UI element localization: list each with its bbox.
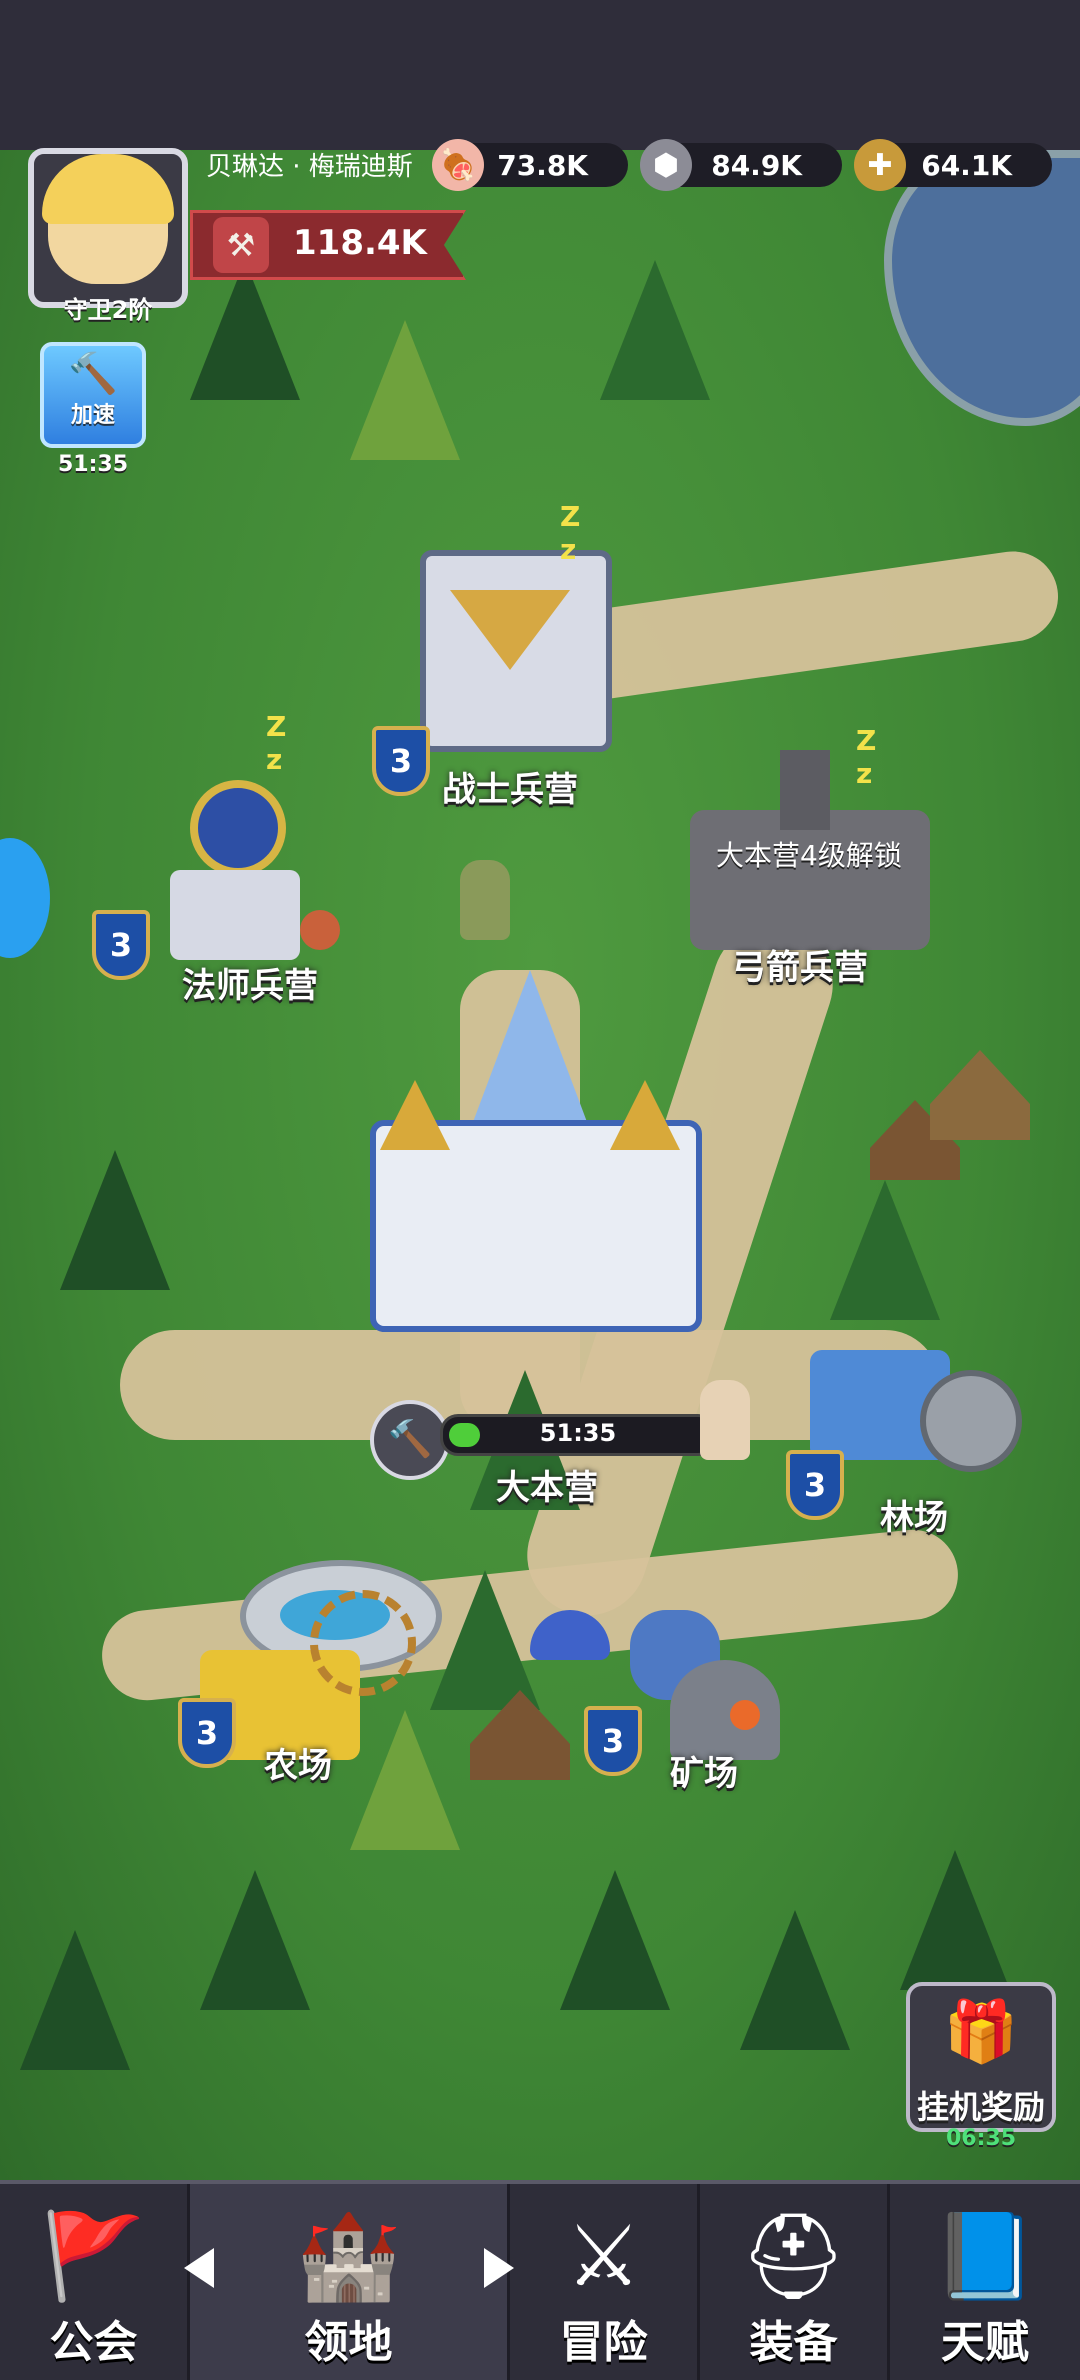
castle-icon: 🏰 — [296, 2207, 401, 2305]
talent-book-icon: 📘 — [932, 2207, 1038, 2305]
small-cottage[interactable] — [470, 1690, 570, 1780]
tree — [900, 1850, 1010, 1990]
orc-unit[interactable] — [460, 860, 510, 940]
tree — [20, 1930, 130, 2070]
resource-meat[interactable]: 🍖 73.8K — [432, 139, 628, 191]
cottages[interactable] — [860, 1030, 1040, 1200]
nav-adventure[interactable]: ⚔ 冒险 — [510, 2184, 700, 2380]
main-base-label: 大本营 — [496, 1468, 598, 1508]
bottom-nav: 🚩 公会 🏰 领地 ⚔ 冒险 ⛑ 装备 📘 天赋 — [0, 2180, 1080, 2380]
nav-label: 天赋 — [941, 2317, 1029, 2368]
wood-icon: ✚ — [854, 139, 906, 191]
sleep-zzz-icon: Zz — [856, 724, 877, 790]
level-badge: 3 — [786, 1450, 844, 1520]
player-name: 贝琳达 · 梅瑞迪斯 — [206, 152, 413, 182]
side-bubble[interactable] — [0, 838, 50, 958]
combat-power-value: 118.4K — [293, 223, 427, 263]
mushroom-house[interactable] — [530, 1610, 610, 1700]
sleep-zzz-icon: Zz — [266, 710, 287, 776]
archer-barracks-label: 弓箭兵营 — [732, 948, 868, 988]
speedup-label: 加速 — [70, 403, 115, 428]
upgrade-hammer-icon[interactable]: 🔨 — [370, 1400, 450, 1480]
nav-right-arrow-icon[interactable] — [484, 2248, 514, 2288]
idle-reward-timer: 06:35 — [945, 2126, 1017, 2151]
stone-icon: ⬢ — [640, 139, 692, 191]
lumber-yard-label: 林场 — [880, 1498, 948, 1538]
nav-left-arrow-icon[interactable] — [184, 2248, 214, 2288]
helmet-icon: ⛑ — [740, 2207, 847, 2305]
upgrade-timer: 51:35 — [539, 1419, 617, 1447]
hero-unit[interactable] — [700, 1380, 750, 1460]
resource-value: 73.8K — [497, 149, 588, 182]
combat-power-banner[interactable]: ⚒ 118.4K — [190, 210, 466, 280]
top-status-bar — [0, 0, 1080, 150]
player-avatar[interactable]: 守卫2阶 — [28, 148, 188, 324]
mine-label: 矿场 — [670, 1754, 738, 1794]
mage-barracks[interactable] — [150, 750, 340, 980]
farm-label: 农场 — [264, 1746, 332, 1786]
treasure-chest-icon: 🎁 — [943, 1997, 1019, 2067]
tree — [200, 1870, 310, 2010]
tree — [430, 1570, 540, 1710]
resource-wood[interactable]: ✚ 64.1K — [854, 139, 1052, 191]
tree — [560, 1870, 670, 2010]
resource-value: 84.9K — [711, 149, 802, 182]
idle-reward-label: 挂机奖励 — [916, 2088, 1045, 2126]
speedup-button[interactable]: 🔨 加速 — [40, 342, 146, 448]
main-base[interactable] — [340, 970, 720, 1370]
resource-stone[interactable]: ⬢ 84.9K — [640, 139, 842, 191]
unlock-requirement: 大本营4级解锁 — [716, 839, 902, 872]
level-badge: 3 — [92, 910, 150, 980]
hammer-icon: 🔨 — [68, 351, 118, 397]
nav-equipment[interactable]: ⛑ 装备 — [700, 2184, 890, 2380]
tree — [190, 260, 300, 400]
territory-map[interactable]: Zz 3 战士兵营 Zz 3 法师兵营 Zz 大本营4级解锁 弓箭兵营 🔨 51… — [0, 150, 1080, 2180]
tree — [60, 1150, 170, 1290]
nav-label: 装备 — [749, 2317, 838, 2368]
tree — [600, 260, 710, 400]
lake — [884, 150, 1080, 426]
nav-label: 冒险 — [559, 2317, 648, 2368]
guild-banner-icon: 🚩 — [41, 2207, 146, 2305]
nav-label: 公会 — [49, 2317, 138, 2368]
nav-guild[interactable]: 🚩 公会 — [0, 2184, 190, 2380]
warrior-barracks-label: 战士兵营 — [442, 770, 578, 810]
speedup-timer: 51:35 — [57, 452, 129, 477]
resource-value: 64.1K — [921, 149, 1012, 182]
level-badge: 3 — [178, 1698, 236, 1768]
nav-label: 领地 — [304, 2317, 393, 2368]
level-badge: 3 — [584, 1706, 642, 1776]
nav-territory[interactable]: 🏰 领地 — [190, 2184, 510, 2380]
mage-barracks-label: 法师兵营 — [182, 966, 318, 1006]
warrior-barracks[interactable] — [400, 510, 620, 760]
player-rank: 守卫2阶 — [63, 296, 153, 324]
crossed-axes-icon: ⚔ — [565, 2207, 642, 2305]
nav-talent[interactable]: 📘 天赋 — [890, 2184, 1080, 2380]
battle-axe-icon: ⚒ — [213, 217, 269, 273]
sleep-zzz-icon: Zz — [560, 500, 581, 566]
meat-icon: 🍖 — [432, 139, 484, 191]
avatar-hair — [42, 154, 174, 224]
tree — [740, 1910, 850, 2050]
tree — [830, 1180, 940, 1320]
main-base-upgrade-progress: 51:35 — [440, 1414, 716, 1456]
level-badge: 3 — [372, 726, 430, 796]
tree — [350, 320, 460, 460]
